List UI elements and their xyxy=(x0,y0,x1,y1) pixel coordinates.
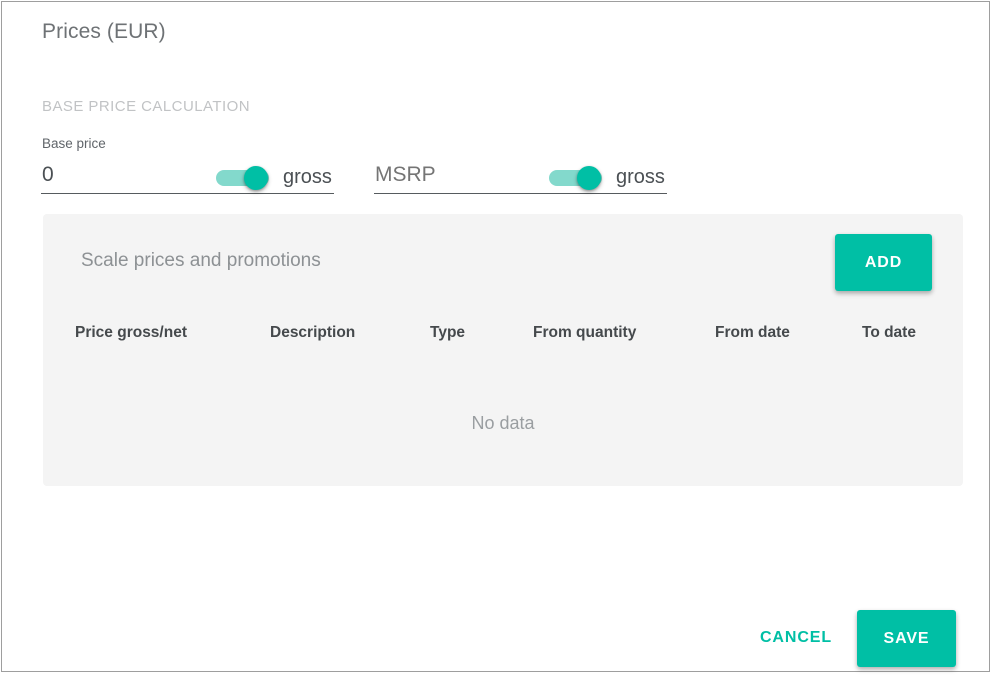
section-label-base-price-calculation: BASE PRICE CALCULATION xyxy=(42,98,251,115)
column-header-from-quantity: From quantity xyxy=(533,324,637,341)
base-price-toggle-caption: gross xyxy=(283,166,332,188)
cancel-button[interactable]: CANCEL xyxy=(744,610,848,666)
msrp-field[interactable]: gross xyxy=(374,136,667,194)
column-header-from-date: From date xyxy=(715,324,790,341)
base-price-gross-toggle[interactable] xyxy=(216,165,269,190)
column-header-to-date: To date xyxy=(862,324,916,341)
add-button[interactable]: ADD xyxy=(835,234,932,291)
column-header-type: Type xyxy=(430,324,466,341)
toggle-thumb[interactable] xyxy=(244,165,268,190)
column-header-price-gross-net: Price gross/net xyxy=(75,324,187,341)
scale-prices-panel-title: Scale prices and promotions xyxy=(81,250,321,271)
page-title: Prices (EUR) xyxy=(42,20,166,43)
base-price-label: Base price xyxy=(42,136,106,151)
scale-prices-table-header: Price gross/net Description Type From qu… xyxy=(43,324,963,354)
scale-prices-panel: Scale prices and promotions ADD Price gr… xyxy=(43,214,963,486)
base-price-field[interactable]: Base price gross xyxy=(41,136,334,194)
msrp-toggle-caption: gross xyxy=(616,166,665,188)
base-price-gross-toggle-group[interactable]: gross xyxy=(216,165,332,190)
column-header-description: Description xyxy=(270,324,356,341)
save-button[interactable]: SAVE xyxy=(857,610,956,667)
msrp-gross-toggle-group[interactable]: gross xyxy=(549,165,665,190)
prices-dialog-card: Prices (EUR) BASE PRICE CALCULATION Base… xyxy=(1,1,990,672)
msrp-gross-toggle[interactable] xyxy=(549,165,602,190)
empty-state-message: No data xyxy=(471,413,535,433)
toggle-thumb[interactable] xyxy=(577,165,601,190)
